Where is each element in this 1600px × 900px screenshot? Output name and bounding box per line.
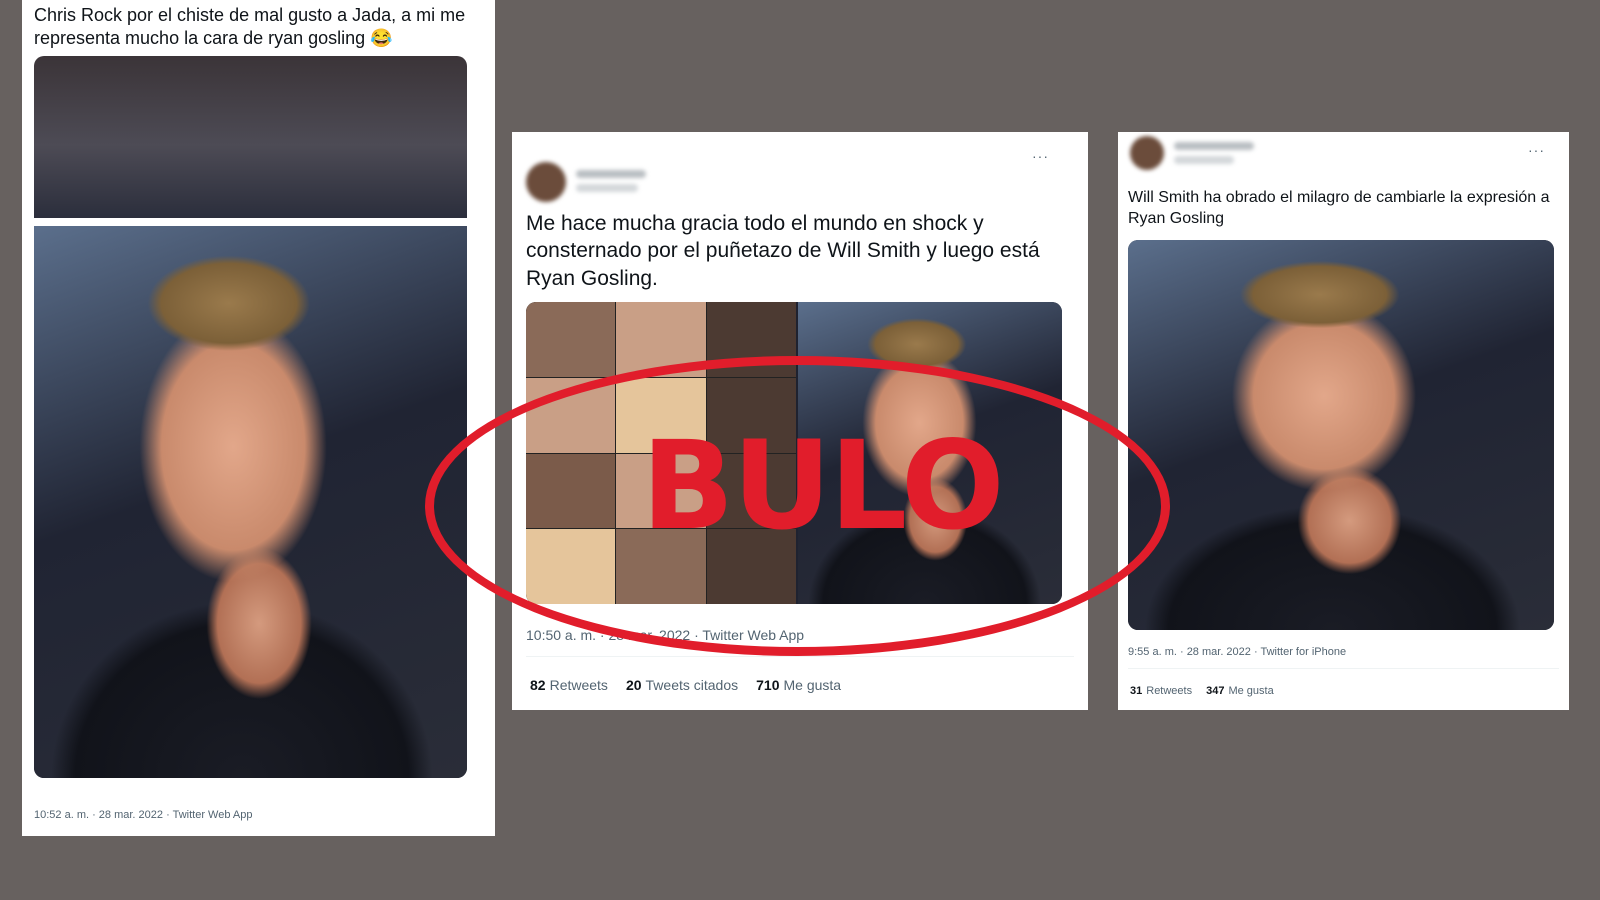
bulo-stamp-label: BULO	[641, 415, 1004, 557]
tweet-text: Will Smith ha obrado el milagro de cambi…	[1128, 189, 1550, 227]
avatar[interactable]	[1130, 136, 1164, 170]
retweets-stat[interactable]: 82 Retweets	[530, 677, 608, 693]
likes-stat[interactable]: 347 Me gusta	[1206, 685, 1274, 697]
likes-stat[interactable]: 710 Me gusta	[756, 677, 841, 693]
tweet-image-top[interactable]	[34, 56, 467, 218]
tweet-image-ryan-gosling[interactable]	[34, 226, 467, 778]
tweet-timestamp[interactable]: 10:52 a. m. · 28 mar. 2022 · Twitter Web…	[34, 809, 253, 821]
tweet-text: Me hace mucha gracia todo el mundo en sh…	[526, 212, 1040, 290]
tweet-stats: 82 Retweets 20 Tweets citados 710 Me gusta	[530, 677, 841, 693]
blurred-display-name	[1174, 142, 1254, 150]
tweet-timestamp[interactable]: 9:55 a. m. · 28 mar. 2022 · Twitter for …	[1128, 646, 1346, 658]
photo-content	[1128, 240, 1554, 630]
tweet-stats: 31 Retweets 347 Me gusta	[1130, 685, 1274, 697]
collage-cell	[526, 302, 616, 377]
more-options-icon[interactable]: ···	[1528, 142, 1545, 158]
blurred-username	[576, 184, 638, 192]
tweet-text: Chris Rock por el chiste de mal gusto a …	[34, 5, 466, 49]
blurred-display-name	[576, 170, 646, 178]
retweets-stat[interactable]: 31 Retweets	[1130, 685, 1192, 697]
photo-content	[34, 226, 467, 778]
avatar[interactable]	[526, 162, 566, 202]
divider	[526, 656, 1074, 657]
blurred-username	[1174, 156, 1234, 164]
tweet-card-3[interactable]: ··· Will Smith ha obrado el milagro de c…	[1118, 132, 1569, 710]
quotes-stat[interactable]: 20 Tweets citados	[626, 677, 738, 693]
divider	[1128, 668, 1559, 669]
tweet-image-ryan-gosling[interactable]	[1128, 240, 1554, 630]
tweet-card-1[interactable]: Chris Rock por el chiste de mal gusto a …	[22, 0, 495, 836]
more-options-icon[interactable]: ···	[1032, 148, 1049, 164]
